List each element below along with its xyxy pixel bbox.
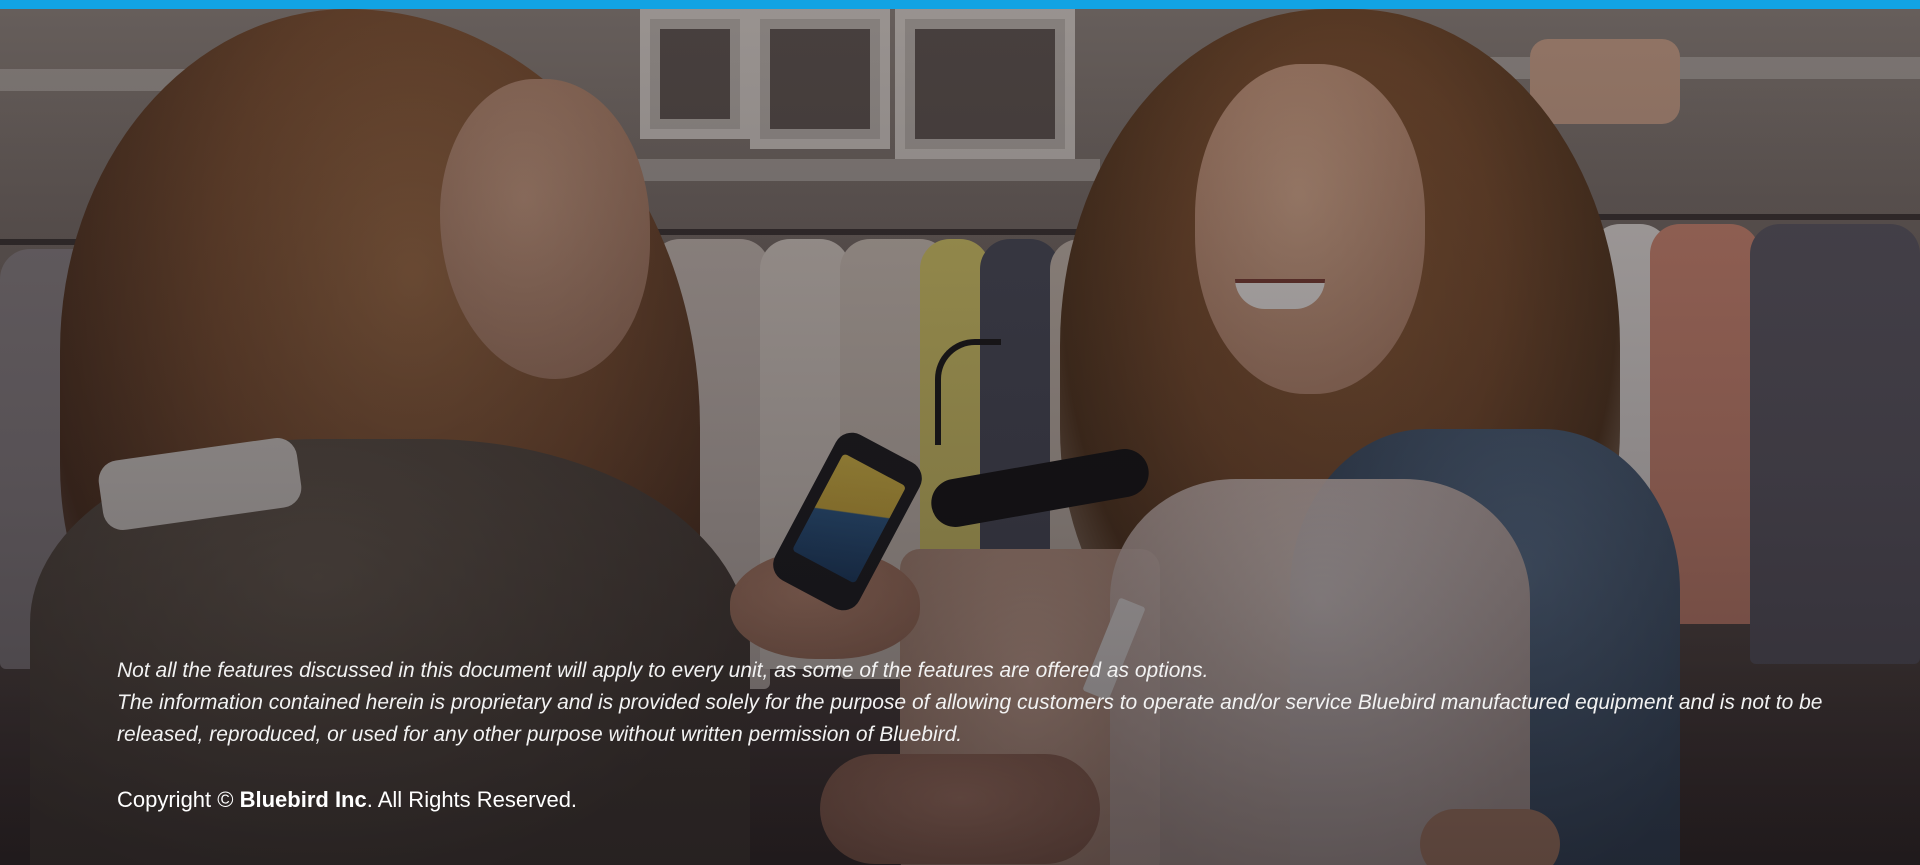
disclaimer-proprietary: The information contained herein is prop… xyxy=(117,691,1823,746)
copyright-suffix: . All Rights Reserved. xyxy=(366,787,578,812)
copyright-notice: Copyright © Bluebird Inc. All Rights Res… xyxy=(117,784,1837,816)
disclaimer-line: Not all the features discussed in this d… xyxy=(117,659,1209,682)
copyright-company: Bluebird Inc xyxy=(239,787,367,812)
accent-top-bar xyxy=(0,0,1920,9)
legal-notice: Not all the features discussed in this d… xyxy=(117,655,1837,816)
copyright-prefix: Copyright © xyxy=(117,787,234,812)
